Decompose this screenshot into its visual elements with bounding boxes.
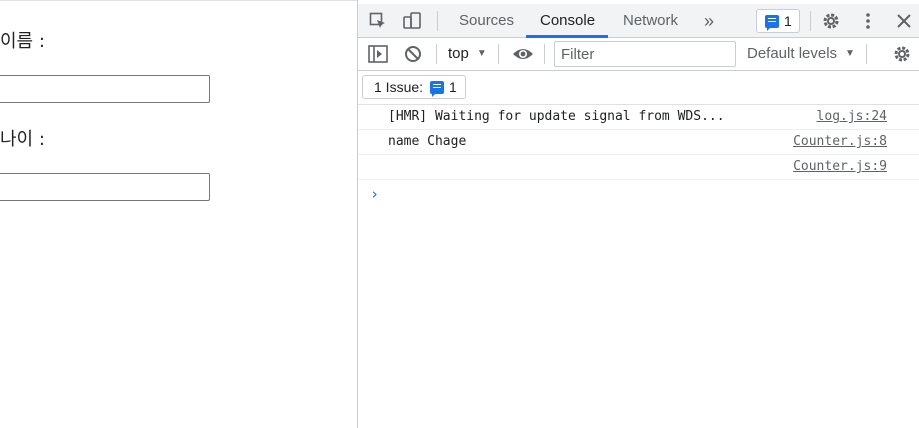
page-content: 이름 : 나이 :: [0, 0, 357, 428]
toolbar-separator: [436, 44, 437, 64]
toolbar-separator: [498, 44, 499, 64]
console-messages: [HMR] Waiting for update signal from WDS…: [358, 105, 919, 203]
issues-label: 1 Issue:: [374, 79, 424, 95]
console-message: [HMR] Waiting for update signal from WDS…: [388, 109, 725, 124]
toolbar-separator: [866, 44, 867, 64]
log-levels-dropdown[interactable]: Default levels ▼: [747, 45, 855, 62]
issue-message-icon: [430, 80, 445, 97]
console-toolbar: top ▼ Default levels ▼: [358, 38, 919, 71]
settings-gear-icon[interactable]: [821, 11, 841, 31]
message-badge[interactable]: 1: [756, 9, 800, 33]
tabbar-separator: [437, 11, 438, 31]
dropdown-arrow-icon: ▼: [845, 48, 855, 59]
log-levels-label: Default levels: [747, 45, 838, 62]
console-source-link[interactable]: log.js:24: [817, 109, 887, 124]
console-source-link[interactable]: Counter.js:8: [793, 134, 887, 149]
issues-count: 1: [449, 79, 457, 95]
console-message: name Chage: [388, 134, 467, 149]
console-row: Counter.js:9: [358, 155, 919, 180]
close-icon[interactable]: [894, 11, 914, 31]
console-source-link[interactable]: Counter.js:9: [793, 159, 887, 174]
name-label: 이름 :: [0, 31, 45, 52]
more-tabs-icon[interactable]: »: [704, 4, 714, 38]
eye-icon[interactable]: [511, 44, 535, 64]
age-input[interactable]: [0, 173, 210, 201]
issues-button[interactable]: 1 Issue: 1: [362, 75, 466, 99]
age-label: 나이 :: [0, 129, 45, 150]
more-options-icon[interactable]: [858, 11, 878, 31]
tabbar-separator: [810, 11, 811, 31]
console-settings-gear-icon[interactable]: [892, 44, 912, 64]
issues-bar: 1 Issue: 1: [358, 71, 919, 105]
device-toolbar-icon[interactable]: [402, 11, 422, 31]
console-row: [HMR] Waiting for update signal from WDS…: [358, 105, 919, 130]
filter-input[interactable]: [554, 41, 736, 67]
toolbar-separator: [544, 44, 545, 64]
console-row: name Chage Counter.js:8: [358, 130, 919, 155]
clear-console-icon[interactable]: [403, 44, 423, 64]
message-icon: [765, 14, 779, 31]
tab-sources[interactable]: Sources: [459, 4, 514, 38]
sidebar-toggle-icon[interactable]: [367, 44, 389, 64]
console-prompt-icon[interactable]: ›: [370, 185, 379, 203]
tab-console[interactable]: Console: [540, 4, 595, 38]
name-input[interactable]: [0, 75, 210, 103]
context-selector[interactable]: top ▼: [448, 45, 487, 62]
message-badge-count: 1: [784, 13, 792, 29]
devtools-tabbar: Sources Console Network » 1: [358, 4, 919, 38]
devtools-panel: Sources Console Network » 1 top ▼ Filter…: [357, 0, 919, 428]
tab-network[interactable]: Network: [623, 4, 678, 38]
context-value: top: [448, 45, 469, 62]
dropdown-arrow-icon: ▼: [476, 48, 487, 59]
inspect-element-icon[interactable]: [368, 11, 388, 31]
